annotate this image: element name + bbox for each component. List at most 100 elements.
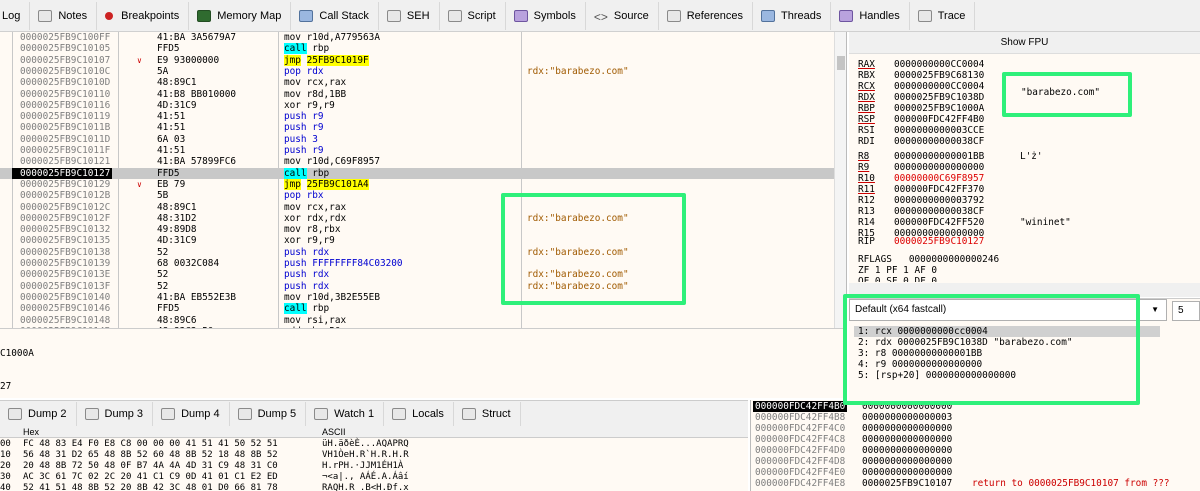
tab-handles[interactable]: Handles: [831, 1, 910, 30]
instruction-address[interactable]: 0000025FB9C10146: [20, 303, 112, 314]
fastcall-argument[interactable]: 3: r8 00000000000001BB: [858, 348, 982, 359]
instruction-address[interactable]: 0000025FB9C10107: [20, 55, 112, 66]
scrollbar-thumb[interactable]: [837, 56, 845, 70]
register-r10[interactable]: R10 00000000C69F8957: [858, 173, 984, 184]
tab-watch-1[interactable]: Watch 1: [306, 401, 385, 426]
register-rcx[interactable]: RCX 0000000000CC0004: [858, 81, 984, 92]
disasm-row[interactable]: 0000025FB9C10132 49:89D8 mov r8,rbx: [0, 224, 835, 235]
register-value[interactable]: 00000000000038CF: [894, 206, 984, 217]
instruction-address[interactable]: 0000025FB9C10140: [20, 292, 112, 303]
disasm-row[interactable]: 0000025FB9C10107 ∨ E9 93000000 jmp 25FB9C10…: [0, 54, 835, 66]
register-value[interactable]: 00000000000038CF: [894, 136, 984, 147]
instruction-address[interactable]: 0000025FB9C10148: [20, 315, 112, 326]
register-r8[interactable]: R8 00000000000001BB L'ż': [858, 151, 1043, 162]
disasm-row[interactable]: 0000025FB9C1010D 48:89C1 mov rcx,rax: [0, 77, 835, 88]
disasm-row[interactable]: 0000025FB9C10139 68 0032C084 push FFFFFFFF…: [0, 258, 835, 269]
instruction-address[interactable]: 0000025FB9C10132: [20, 224, 112, 235]
tab-dump-3[interactable]: Dump 3: [77, 401, 154, 426]
register-rdi[interactable]: RDI 00000000000038CF: [858, 136, 984, 147]
stack-value[interactable]: 0000000000000000: [862, 434, 952, 445]
register-r9[interactable]: R9 0000000000000000: [858, 162, 984, 173]
instruction-comment[interactable]: rdx:"barabezo.com": [527, 213, 629, 224]
disasm-row[interactable]: 0000025FB9C10119 41:51 push r9: [0, 111, 835, 122]
disasm-row[interactable]: 0000025FB9C1011B 41:51 push r9: [0, 122, 835, 133]
register-value[interactable]: 0000025FB9C68130: [894, 70, 984, 81]
registers-panel[interactable]: Show FPU RAX 0000000000CC0004 RBX 0000025FB…: [849, 32, 1200, 296]
dump-ascii[interactable]: üH.äðèÈ...AQAPRQ: [322, 439, 409, 450]
instruction-address[interactable]: 0000025FB9C1011B: [20, 122, 112, 133]
fastcall-argument[interactable]: 5: [rsp+20] 0000000000000000: [858, 370, 1016, 381]
stack-address[interactable]: 000000FDC42FF4B0: [753, 401, 848, 412]
stack-value[interactable]: 0000000000000000: [862, 423, 952, 434]
fastcall-argument[interactable]: 4: r9 0000000000000000: [858, 359, 982, 370]
register-value[interactable]: 0000000000000000: [894, 162, 984, 173]
register-rdx[interactable]: RDX 0000025FB9C1038D: [858, 92, 984, 103]
tab-locals[interactable]: Locals: [384, 401, 454, 426]
tab-symbols[interactable]: Symbols: [506, 1, 586, 30]
stack-address[interactable]: 000000FDC42FF4D8: [755, 456, 845, 467]
tab-trace[interactable]: Trace: [910, 1, 976, 30]
disasm-row[interactable]: 0000025FB9C1013F 52 push rdx rdx:"barabezo.…: [0, 281, 835, 292]
stack-address[interactable]: 000000FDC42FF4D0: [755, 445, 845, 456]
instruction-address[interactable]: 0000025FB9C10135: [20, 235, 112, 246]
disasm-row[interactable]: 0000025FB9C1011F 41:51 push r9: [0, 145, 835, 156]
stack-address[interactable]: 000000FDC42FF4E8: [755, 478, 845, 489]
tab-notes[interactable]: Notes: [30, 1, 98, 30]
instruction-address[interactable]: 0000025FB9C10121: [20, 156, 112, 167]
disasm-row[interactable]: 0000025FB9C10110 41:B8 BB010000 mov r8d,1B…: [0, 89, 835, 100]
disasm-row[interactable]: 0000025FB9C1012F 48:31D2 xor rdx,rdx rdx:"b…: [0, 213, 835, 224]
instruction-address[interactable]: 0000025FB9C10119: [20, 111, 112, 122]
disassembly-view[interactable]: 0000025FB9C100FF 41:BA 3A5679A7 mov r10d,A…: [0, 32, 847, 328]
tab-dump-2[interactable]: Dump 2: [0, 401, 77, 426]
instruction-address[interactable]: 0000025FB9C10116: [20, 100, 112, 111]
tab-log[interactable]: Log: [0, 1, 31, 30]
dump-hex[interactable]: AC 3C 61 7C 02 2C 20 41 C1 C9 0D 41 01 C…: [23, 472, 278, 483]
ascii-column-header[interactable]: ASCII: [322, 426, 346, 438]
instruction-address[interactable]: 0000025FB9C10138: [20, 247, 112, 258]
instruction-address[interactable]: 0000025FB9C10110: [20, 89, 112, 100]
register-r12[interactable]: R12 0000000000003792: [858, 195, 984, 206]
stack-value[interactable]: 0000000000000000: [862, 467, 952, 478]
instruction-comment[interactable]: rdx:"barabezo.com": [527, 66, 629, 77]
instruction-address[interactable]: 0000025FB9C1010C: [20, 66, 112, 77]
disasm-row[interactable]: 0000025FB9C1011D 6A 03 push 3: [0, 134, 835, 145]
instruction-address[interactable]: 0000025FB9C1012F: [20, 213, 112, 224]
calling-convention-select[interactable]: Default (x64 fastcall) ▼: [849, 299, 1167, 321]
stack-value[interactable]: 0000000000000003: [862, 412, 952, 423]
tab-memory-map[interactable]: Memory Map: [189, 1, 292, 30]
stack-address[interactable]: 000000FDC42FF4C0: [755, 423, 845, 434]
tab-seh[interactable]: SEH: [379, 1, 440, 30]
register-rip[interactable]: RIP 0000025FB9C10127: [858, 236, 984, 247]
tab-call-stack[interactable]: Call Stack: [291, 1, 379, 30]
disasm-row[interactable]: 0000025FB9C10138 52 push rdx rdx:"barabezo.…: [0, 247, 835, 258]
register-value[interactable]: 0000025FB9C1000A: [894, 103, 984, 114]
dump-hex[interactable]: 52 41 51 48 8B 52 20 8B 42 3C 48 01 D0 6…: [23, 483, 278, 491]
instruction-address[interactable]: 0000025FB9C10139: [20, 258, 112, 269]
stack-value[interactable]: 0000025FB9C10107: [862, 478, 952, 489]
argument-count-spinner[interactable]: 5: [1172, 301, 1200, 321]
tab-breakpoints[interactable]: Breakpoints: [97, 1, 190, 30]
dump-hex[interactable]: 56 48 31 D2 65 48 8B 52 60 48 8B 52 18 4…: [23, 450, 278, 461]
tab-script[interactable]: Script: [440, 1, 506, 30]
instruction-address[interactable]: 0000025FB9C1012B: [20, 190, 112, 201]
dump-hex[interactable]: 20 48 8B 72 50 48 0F B7 4A 4A 4D 31 C9 4…: [23, 461, 278, 472]
disasm-row[interactable]: 0000025FB9C1013E 52 push rdx rdx:"barabezo.…: [0, 269, 835, 280]
disasm-row[interactable]: 0000025FB9C10140 41:BA EB552E3B mov r10d,3…: [0, 292, 835, 303]
stack-address[interactable]: 000000FDC42FF4E0: [755, 467, 845, 478]
register-r14[interactable]: R14 000000FDC42FF520 "wininet": [858, 217, 1071, 228]
instruction-address[interactable]: 0000025FB9C1012C: [20, 202, 112, 213]
disasm-row[interactable]: 0000025FB9C10105 FFD5 call rbp: [0, 43, 835, 55]
disassembly-scrollbar[interactable]: [834, 32, 846, 328]
tab-dump-5[interactable]: Dump 5: [230, 401, 307, 426]
instruction-address[interactable]: 0000025FB9C100FF: [20, 32, 112, 43]
register-value[interactable]: 00000000C69F8957: [894, 173, 984, 184]
stack-address[interactable]: 000000FDC42FF4B8: [755, 412, 845, 423]
disasm-row[interactable]: 0000025FB9C10146 FFD5 call rbp: [0, 303, 835, 315]
disasm-row[interactable]: 0000025FB9C1010C 5A pop rdx rdx:"barabezo.c…: [0, 66, 835, 77]
instruction-comment[interactable]: rdx:"barabezo.com": [527, 247, 629, 258]
instruction-address[interactable]: 0000025FB9C1013E: [20, 269, 112, 280]
dump-ascii[interactable]: ¬<a|., AÁÉ.A.Áâí: [322, 472, 409, 483]
stack-address[interactable]: 000000FDC42FF4C8: [755, 434, 845, 445]
disasm-row[interactable]: 0000025FB9C10116 4D:31C9 xor r9,r9: [0, 100, 835, 111]
dump-ascii[interactable]: H.rPH.·JJM1ÉH1À: [322, 461, 403, 472]
